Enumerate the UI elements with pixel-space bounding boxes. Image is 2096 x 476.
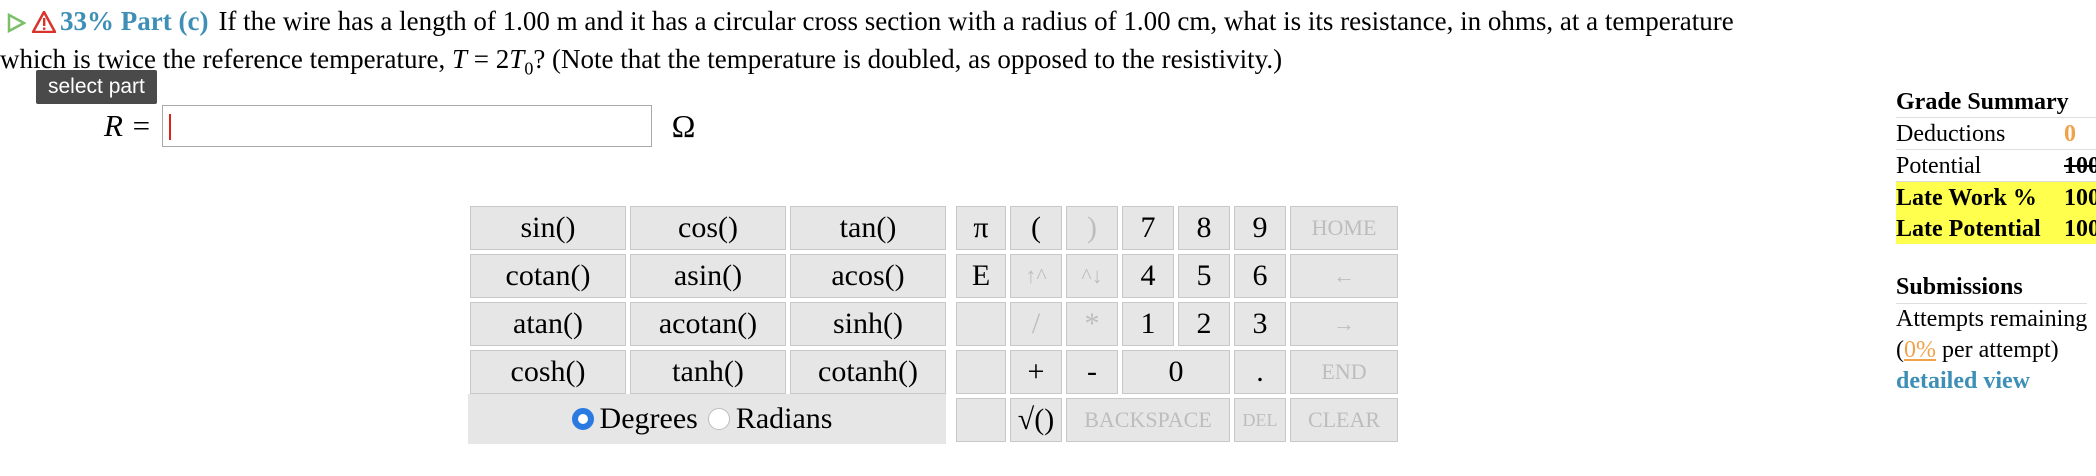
- key-e[interactable]: E: [954, 252, 1008, 300]
- submissions-title: Submissions: [1896, 272, 2088, 304]
- key-open-paren[interactable]: (: [1008, 204, 1064, 252]
- key-asin[interactable]: asin(): [628, 252, 788, 300]
- late-potential-label: Late Potential: [1896, 215, 2041, 242]
- answer-row: R = Ω: [104, 104, 695, 148]
- key-subscript-down[interactable]: ^↓: [1064, 252, 1120, 300]
- key-minus[interactable]: -: [1064, 348, 1120, 396]
- question-note: ? (Note that the temperature is doubled,…: [533, 44, 1283, 74]
- key-home[interactable]: HOME: [1288, 204, 1400, 252]
- question-text: If the wire has a length of 1.00 m and i…: [218, 6, 1734, 36]
- angle-mode-selector: Degrees Radians: [468, 394, 946, 444]
- key-2[interactable]: 2: [1176, 300, 1232, 348]
- text-caret: [168, 114, 171, 140]
- key-sqrt[interactable]: √(): [1008, 396, 1064, 444]
- potential-value: 100: [2064, 152, 2096, 179]
- radians-radio[interactable]: [707, 408, 730, 430]
- key-multiply[interactable]: *: [1064, 300, 1120, 348]
- grade-row-late-potential: Late Potential 100: [1896, 213, 2096, 244]
- grade-row-late-work: Late Work % 100: [1896, 182, 2096, 213]
- key-blank-1: [954, 300, 1008, 348]
- key-backspace[interactable]: BACKSPACE: [1064, 396, 1232, 444]
- key-acos[interactable]: acos(): [788, 252, 948, 300]
- key-del[interactable]: DEL: [1232, 396, 1288, 444]
- grade-summary-title: Grade Summary: [1896, 86, 2096, 118]
- degrees-label: Degrees: [599, 402, 698, 435]
- key-dot[interactable]: .: [1232, 348, 1288, 396]
- select-part-tooltip: select part: [36, 70, 157, 104]
- key-pi[interactable]: π: [954, 204, 1008, 252]
- key-clear[interactable]: CLEAR: [1288, 396, 1400, 444]
- key-4[interactable]: 4: [1120, 252, 1176, 300]
- key-close-paren[interactable]: ): [1064, 204, 1120, 252]
- key-divide[interactable]: /: [1008, 300, 1064, 348]
- submissions-panel: Submissions Attempts remaining (0% per a…: [1896, 272, 2088, 397]
- key-atan[interactable]: atan(): [468, 300, 628, 348]
- key-acotan[interactable]: acotan(): [628, 300, 788, 348]
- key-cotanh[interactable]: cotanh(): [788, 348, 948, 396]
- key-cotan[interactable]: cotan(): [468, 252, 628, 300]
- late-work-label: Late Work %: [1896, 184, 2037, 211]
- late-potential-value: 100: [2064, 215, 2096, 242]
- grade-summary: Grade Summary Deductions 0 Potential 100…: [1896, 86, 2096, 244]
- key-1[interactable]: 1: [1120, 300, 1176, 348]
- attempts-remaining-label: Attempts remaining: [1896, 306, 2088, 332]
- question-line-1: 33% Part (c) If the wire has a length of …: [6, 4, 1734, 41]
- radians-label: Radians: [735, 402, 833, 435]
- key-end[interactable]: END: [1288, 348, 1400, 396]
- key-sinh[interactable]: sinh(): [788, 300, 948, 348]
- key-7[interactable]: 7: [1120, 204, 1176, 252]
- warning-icon: [30, 7, 58, 41]
- deductions-label: Deductions: [1896, 120, 2006, 147]
- equation-mid: = 2: [467, 44, 510, 74]
- key-blank-3: [954, 396, 1008, 444]
- key-sin[interactable]: sin(): [468, 204, 628, 252]
- detailed-view-link[interactable]: detailed view: [1896, 366, 2087, 397]
- key-0[interactable]: 0: [1120, 348, 1232, 396]
- answer-input[interactable]: [161, 105, 652, 147]
- key-left-arrow[interactable]: ←: [1288, 252, 1400, 300]
- per-attempt-rest: per attempt): [1936, 337, 2059, 363]
- temperature-symbol: T: [452, 44, 468, 74]
- key-5[interactable]: 5: [1176, 252, 1232, 300]
- key-6[interactable]: 6: [1232, 252, 1288, 300]
- per-attempt-percent: 0%: [1904, 337, 1936, 363]
- late-work-value: 100: [2064, 184, 2096, 211]
- question-line-2: which is twice the reference temperature…: [0, 42, 1282, 85]
- key-cos[interactable]: cos(): [628, 204, 788, 252]
- key-plus[interactable]: +: [1008, 348, 1064, 396]
- key-3[interactable]: 3: [1232, 300, 1288, 348]
- grade-row-deductions: Deductions 0: [1896, 118, 2096, 150]
- key-tanh[interactable]: tanh(): [628, 348, 788, 396]
- key-9[interactable]: 9: [1232, 204, 1288, 252]
- subscript-zero: 0: [524, 58, 534, 79]
- deductions-value: 0: [2064, 120, 2076, 147]
- key-superscript-up[interactable]: ↑^: [1008, 252, 1064, 300]
- per-attempt-line: (0% per attempt): [1896, 335, 2087, 366]
- degrees-radio[interactable]: [571, 408, 594, 430]
- grade-row-potential: Potential 100: [1896, 150, 2096, 182]
- key-tan[interactable]: tan(): [788, 204, 948, 252]
- key-cosh[interactable]: cosh(): [468, 348, 628, 396]
- key-8[interactable]: 8: [1176, 204, 1232, 252]
- answer-unit: Ω: [671, 107, 696, 144]
- part-label[interactable]: 33% Part (c): [60, 6, 208, 36]
- key-blank-2: [954, 348, 1008, 396]
- key-right-arrow[interactable]: →: [1288, 300, 1400, 348]
- degrees-option[interactable]: Degrees: [571, 402, 698, 436]
- answer-variable-label: R =: [104, 108, 152, 143]
- potential-label: Potential: [1896, 152, 1982, 179]
- reference-temperature-symbol: T: [509, 44, 525, 74]
- radians-option[interactable]: Radians: [707, 402, 833, 436]
- per-attempt-open: (: [1896, 337, 1904, 363]
- play-icon[interactable]: [6, 7, 27, 41]
